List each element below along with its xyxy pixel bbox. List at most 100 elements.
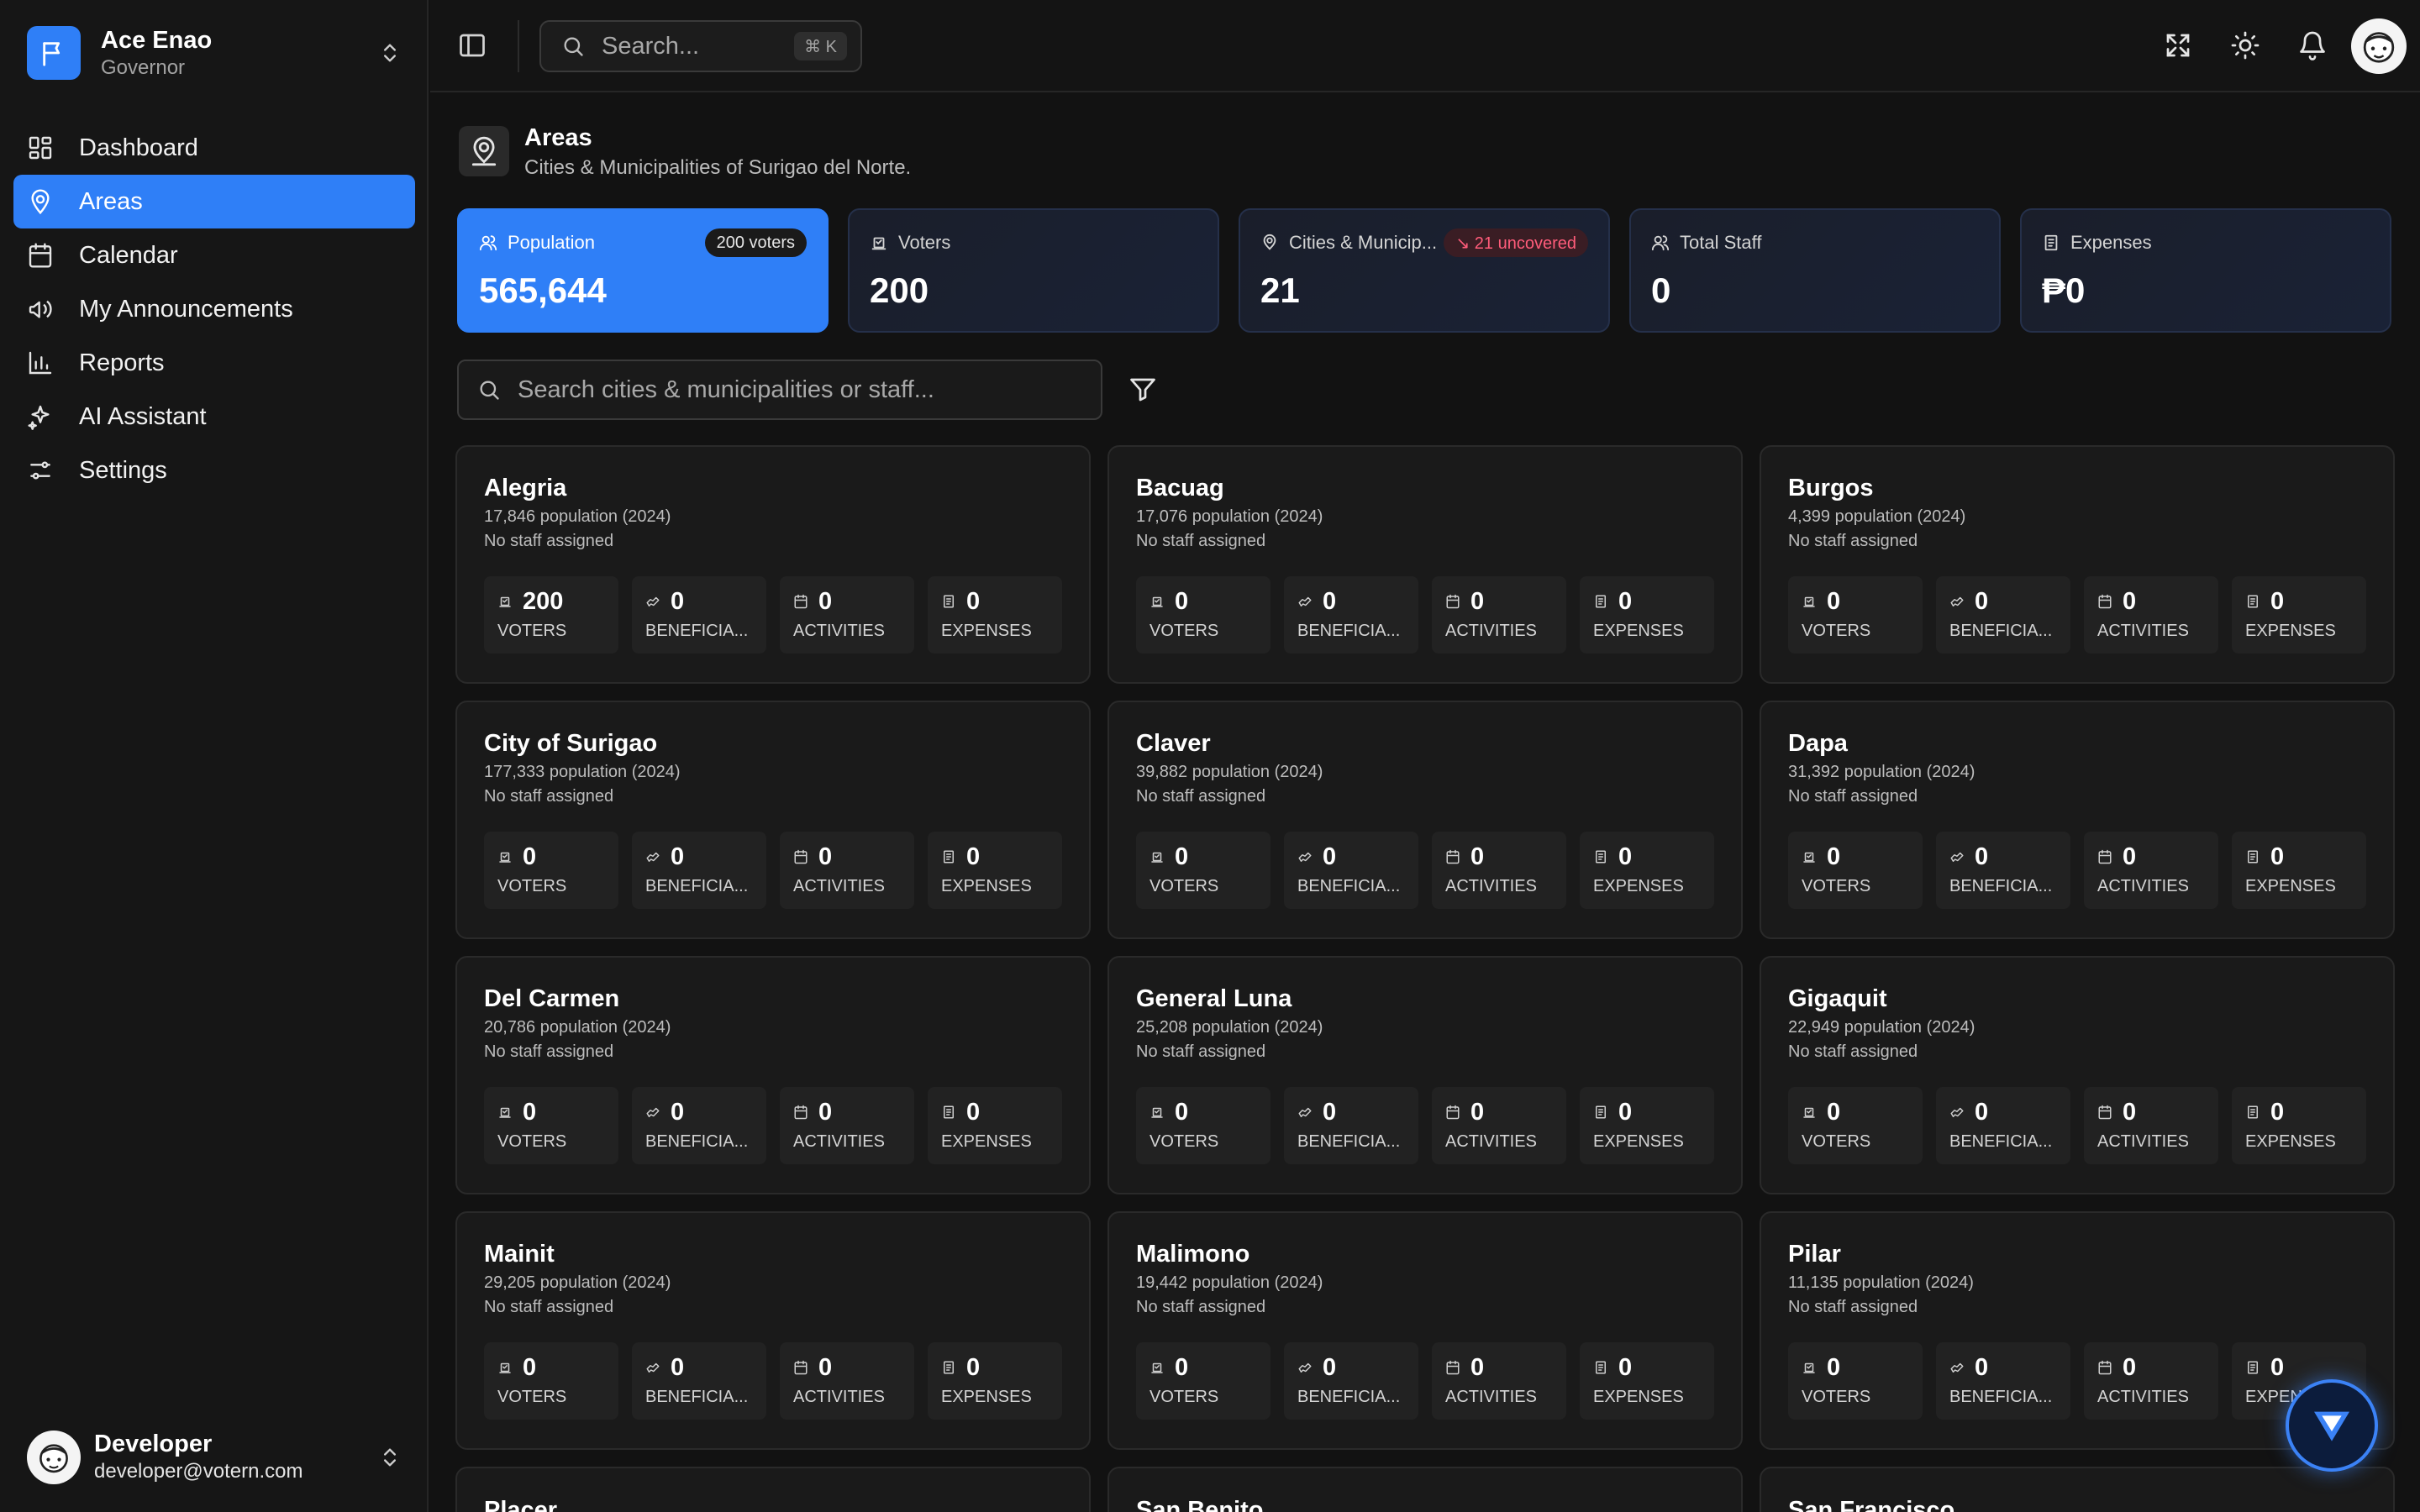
fullscreen-icon[interactable] bbox=[2163, 30, 2193, 60]
area-card[interactable]: Bacuag 17,076 population (2024) No staff… bbox=[1107, 445, 1743, 684]
ballot-icon bbox=[1151, 1107, 1163, 1118]
area-metrics: 0 VOTERS 0 BENEFICIA... 0 ACTIVITIES 0 EXPENSES bbox=[1788, 576, 2366, 654]
ballot-icon bbox=[1803, 1362, 1815, 1373]
metric-value: 0 bbox=[523, 1353, 537, 1381]
stat-value: 200 bbox=[870, 270, 929, 310]
global-search[interactable]: Search... ⌘ K bbox=[539, 20, 862, 72]
area-metrics: 0 VOTERS 0 BENEFICIA... 0 ACTIVITIES 0 EXPENSES bbox=[1788, 832, 2366, 909]
stat-card-staff[interactable]: Total Staff 0 bbox=[1629, 208, 2001, 333]
sidebar-item-calendar[interactable]: Calendar bbox=[13, 228, 415, 282]
area-card[interactable]: Alegria 17,846 population (2024) No staf… bbox=[455, 445, 1091, 684]
metric-label: BENEFICIA... bbox=[1297, 622, 1401, 640]
metric-label: EXPENSES bbox=[941, 877, 1032, 895]
metric-activities: 0 ACTIVITIES bbox=[1432, 1342, 1566, 1420]
area-metrics: 0 VOTERS 0 BENEFICIA... 0 ACTIVITIES 0 EXPENSES bbox=[484, 1342, 1062, 1420]
area-metrics: 0 VOTERS 0 BENEFICIA... 0 ACTIVITIES 0 EXPENSES bbox=[1136, 1342, 1714, 1420]
stat-card-expenses[interactable]: Expenses ₱0 bbox=[2020, 208, 2391, 333]
profile-avatar[interactable] bbox=[2351, 18, 2407, 74]
metric-expenses: 0 EXPENSES bbox=[1580, 832, 1714, 909]
metric-voters: 0 VOTERS bbox=[1136, 1342, 1270, 1420]
metric-label: ACTIVITIES bbox=[1445, 1132, 1537, 1151]
metric-value: 0 bbox=[1175, 587, 1189, 615]
area-card-partial[interactable]: San Francisco bbox=[1760, 1467, 2395, 1512]
area-card[interactable]: General Luna 25,208 population (2024) No… bbox=[1107, 956, 1743, 1194]
org-role: Governor bbox=[101, 56, 186, 79]
metric-value: 0 bbox=[1470, 843, 1485, 870]
metric-label: BENEFICIA... bbox=[645, 1388, 749, 1406]
metric-value: 0 bbox=[966, 1353, 981, 1381]
metric-value: 0 bbox=[671, 1353, 685, 1381]
stat-card-voters[interactable]: Voters 200 bbox=[848, 208, 1219, 333]
area-name: Del Carmen bbox=[484, 985, 620, 1012]
org-switcher[interactable]: Ace Enao Governor bbox=[27, 25, 402, 81]
area-metrics: 0 VOTERS 0 BENEFICIA... 0 ACTIVITIES 0 EXPENSES bbox=[1788, 1342, 2366, 1420]
area-staff: No staff assigned bbox=[1788, 787, 1918, 806]
area-card[interactable]: Malimono 19,442 population (2024) No sta… bbox=[1107, 1211, 1743, 1450]
area-card-partial[interactable]: Placer bbox=[455, 1467, 1091, 1512]
area-card[interactable]: Del Carmen 20,786 population (2024) No s… bbox=[455, 956, 1091, 1194]
stat-label: Total Staff bbox=[1680, 232, 1762, 253]
sidebar-item-reports[interactable]: Reports bbox=[13, 336, 415, 390]
metric-beneficia: 0 BENEFICIA... bbox=[1936, 832, 2070, 909]
calendar-icon bbox=[794, 1105, 808, 1120]
page-subtitle: Cities & Municipalities of Surigao del N… bbox=[524, 156, 912, 179]
filter-icon[interactable] bbox=[1128, 375, 1158, 405]
org-name: Ace Enao bbox=[101, 27, 213, 54]
metric-beneficia: 0 BENEFICIA... bbox=[1936, 1087, 2070, 1164]
bell-icon[interactable] bbox=[2297, 30, 2328, 60]
area-staff: No staff assigned bbox=[484, 1298, 614, 1316]
area-name: Dapa bbox=[1788, 730, 1848, 757]
metric-label: VOTERS bbox=[1802, 1132, 1871, 1151]
sidebar-item-label: AI Assistant bbox=[79, 402, 207, 430]
megaphone-icon bbox=[29, 300, 52, 318]
area-population: 31,392 population (2024) bbox=[1788, 763, 1975, 781]
metric-expenses: 0 EXPENSES bbox=[928, 832, 1062, 909]
sidebar-item-dashboard[interactable]: Dashboard bbox=[13, 121, 415, 175]
map-pin-icon bbox=[459, 126, 509, 176]
stat-label: Population bbox=[508, 232, 595, 253]
chevrons-up-down-icon bbox=[384, 44, 396, 62]
metric-label: ACTIVITIES bbox=[793, 1388, 885, 1406]
area-grid: Alegria 17,846 population (2024) No staf… bbox=[455, 445, 2395, 1450]
area-card-partial[interactable]: San Benito bbox=[1107, 1467, 1743, 1512]
area-population: 11,135 population (2024) bbox=[1788, 1273, 1974, 1292]
metric-label: EXPENSES bbox=[2245, 622, 2336, 640]
metric-value: 0 bbox=[1827, 843, 1841, 870]
sun-icon[interactable] bbox=[2230, 30, 2260, 60]
sliders-icon bbox=[30, 461, 50, 480]
area-card[interactable]: Claver 39,882 population (2024) No staff… bbox=[1107, 701, 1743, 939]
area-card[interactable]: Dapa 31,392 population (2024) No staff a… bbox=[1760, 701, 2395, 939]
metric-label: VOTERS bbox=[1802, 1388, 1871, 1406]
area-card[interactable]: Burgos 4,399 population (2024) No staff … bbox=[1760, 445, 2395, 684]
metric-voters: 0 VOTERS bbox=[484, 1342, 618, 1420]
area-name: Burgos bbox=[1788, 475, 1874, 501]
receipt-icon bbox=[1596, 595, 1606, 608]
metric-value: 0 bbox=[1175, 1353, 1189, 1381]
handshake-icon bbox=[646, 596, 660, 606]
stat-card-population[interactable]: Population 200 voters 565,644 bbox=[457, 208, 829, 333]
stat-card-cities[interactable]: Cities & Municip... ↘ 21 uncovered 21 bbox=[1239, 208, 1610, 333]
app-logo-button[interactable] bbox=[2286, 1379, 2378, 1472]
area-card[interactable]: Mainit 29,205 population (2024) No staff… bbox=[455, 1211, 1091, 1450]
area-name: Claver bbox=[1136, 730, 1211, 757]
sidebar-toggle-icon[interactable] bbox=[457, 30, 487, 60]
metric-expenses: 0 EXPENSES bbox=[2232, 576, 2366, 654]
metric-value: 0 bbox=[1618, 587, 1633, 615]
area-card[interactable]: Gigaquit 22,949 population (2024) No sta… bbox=[1760, 956, 2395, 1194]
sidebar-item-settings[interactable]: Settings bbox=[13, 444, 415, 497]
area-search-input[interactable]: Search cities & municipalities or staff.… bbox=[457, 360, 1102, 420]
sidebar-item-areas[interactable]: Areas bbox=[13, 175, 415, 228]
ballot-icon bbox=[1151, 1362, 1163, 1373]
ballot-icon bbox=[499, 852, 511, 863]
metric-activities: 0 ACTIVITIES bbox=[1432, 832, 1566, 909]
user-menu[interactable]: Developer developer@votern.com bbox=[27, 1428, 402, 1487]
metric-activities: 0 ACTIVITIES bbox=[2084, 1342, 2218, 1420]
sidebar-item-announcements[interactable]: My Announcements bbox=[13, 282, 415, 336]
area-card[interactable]: City of Surigao 177,333 population (2024… bbox=[455, 701, 1091, 939]
bar-chart-icon bbox=[29, 351, 52, 375]
sidebar-item-ai-assistant[interactable]: AI Assistant bbox=[13, 390, 415, 444]
area-name: Alegria bbox=[484, 475, 567, 501]
area-metrics: 0 VOTERS 0 BENEFICIA... 0 ACTIVITIES 0 EXPENSES bbox=[1136, 1087, 1714, 1164]
receipt-icon bbox=[2248, 1361, 2258, 1374]
metric-voters: 0 VOTERS bbox=[484, 1087, 618, 1164]
